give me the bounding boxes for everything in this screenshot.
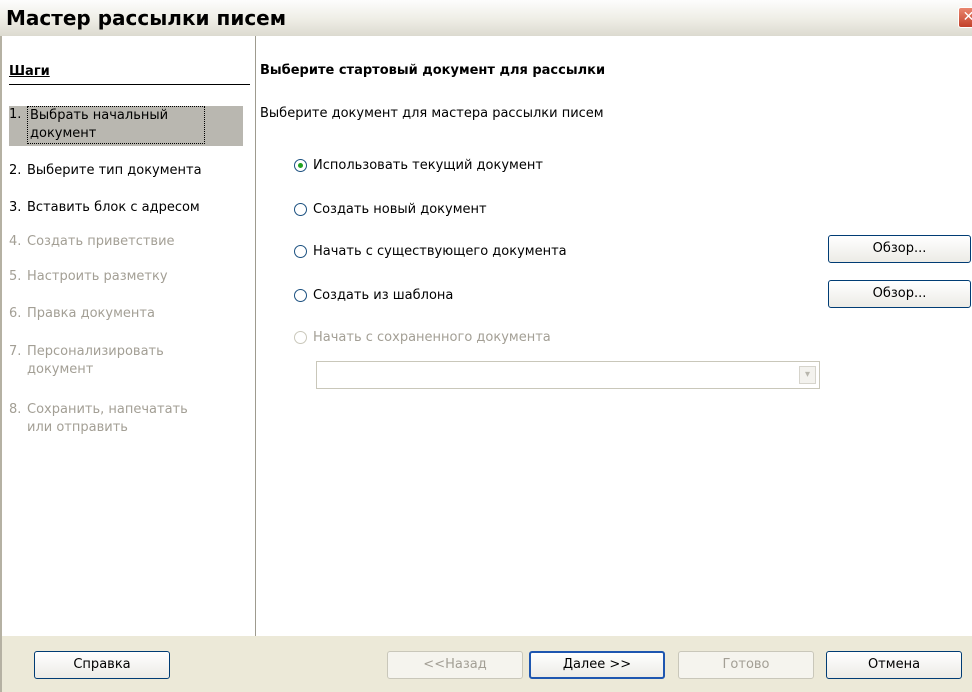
step-label: Правка документа bbox=[27, 306, 155, 321]
finish-button: Готово bbox=[678, 651, 814, 679]
step-label: Вставить блок с адресом bbox=[27, 200, 200, 215]
step-3[interactable]: 3. Вставить блок с адресом bbox=[9, 199, 243, 217]
step-6: 6. Правка документа bbox=[9, 305, 243, 323]
steps-divider bbox=[9, 84, 250, 85]
step-number: 8. bbox=[9, 402, 22, 417]
page-subheading: Выберите документ для мастера рассылки п… bbox=[260, 106, 604, 121]
option-saved-document: Начать с сохраненного документа bbox=[294, 328, 551, 346]
step-number: 1. bbox=[9, 107, 22, 122]
option-current-document[interactable]: Использовать текущий документ bbox=[294, 156, 543, 174]
step-2[interactable]: 2. Выберите тип документа bbox=[9, 162, 243, 180]
radio-checked-icon[interactable] bbox=[294, 158, 307, 172]
main-content: Выберите стартовый документ для рассылки… bbox=[256, 36, 972, 636]
browse-existing-button[interactable]: Обзор... bbox=[828, 235, 971, 263]
option-label: Использовать текущий документ bbox=[313, 157, 543, 173]
step-label: Настроить разметку bbox=[27, 269, 168, 284]
browse-template-button[interactable]: Обзор... bbox=[828, 280, 971, 308]
step-1[interactable]: 1. Выбрать начальный документ bbox=[9, 106, 243, 146]
step-4: 4. Создать приветствие bbox=[9, 233, 243, 251]
cancel-button[interactable]: Отмена bbox=[826, 651, 962, 679]
saved-document-select: ▾ bbox=[316, 361, 820, 389]
back-button: <<Назад bbox=[387, 651, 523, 679]
step-number: 3. bbox=[9, 200, 22, 215]
dialog-footer: Справка <<Назад Далее >> Готово Отмена bbox=[2, 637, 972, 692]
title-bar: Мастер рассылки писем ✕ bbox=[0, 0, 972, 37]
chevron-down-icon: ▾ bbox=[799, 366, 816, 384]
step-number: 6. bbox=[9, 306, 22, 321]
steps-title: Шаги bbox=[9, 64, 50, 79]
option-label: Создать из шаблона bbox=[313, 287, 454, 303]
radio-disabled-icon bbox=[294, 330, 307, 344]
page-heading: Выберите стартовый документ для рассылки bbox=[260, 63, 606, 78]
radio-icon[interactable] bbox=[294, 202, 307, 216]
step-8: 8. Сохранить, напечатать или отправить bbox=[9, 401, 243, 437]
close-icon: ✕ bbox=[962, 9, 972, 25]
radio-icon[interactable] bbox=[294, 244, 307, 258]
close-button[interactable]: ✕ bbox=[958, 7, 972, 28]
step-5: 5. Настроить разметку bbox=[9, 268, 243, 286]
step-label: Выбрать начальный документ bbox=[27, 106, 205, 144]
option-label: Создать новый документ bbox=[313, 201, 487, 217]
help-button[interactable]: Справка bbox=[34, 651, 170, 679]
option-existing-document[interactable]: Начать с существующего документа bbox=[294, 242, 567, 260]
step-number: 2. bbox=[9, 163, 22, 178]
step-number: 4. bbox=[9, 234, 22, 249]
step-number: 5. bbox=[9, 269, 22, 284]
option-label: Начать с сохраненного документа bbox=[313, 329, 551, 345]
option-label: Начать с существующего документа bbox=[313, 243, 567, 259]
window-title: Мастер рассылки писем bbox=[6, 6, 287, 30]
steps-sidebar: Шаги 1. Выбрать начальный документ 2. Выбе… bbox=[2, 36, 256, 636]
step-number: 7. bbox=[9, 344, 22, 359]
radio-icon[interactable] bbox=[294, 288, 307, 302]
option-from-template[interactable]: Создать из шаблона bbox=[294, 286, 453, 304]
next-button[interactable]: Далее >> bbox=[529, 651, 665, 679]
option-new-document[interactable]: Создать новый документ bbox=[294, 200, 487, 218]
step-label: Персонализировать документ bbox=[27, 344, 164, 377]
step-label: Выберите тип документа bbox=[27, 163, 202, 178]
step-7: 7. Персонализировать документ bbox=[9, 343, 243, 379]
step-label: Сохранить, напечатать или отправить bbox=[27, 402, 188, 435]
step-label: Создать приветствие bbox=[27, 234, 175, 249]
